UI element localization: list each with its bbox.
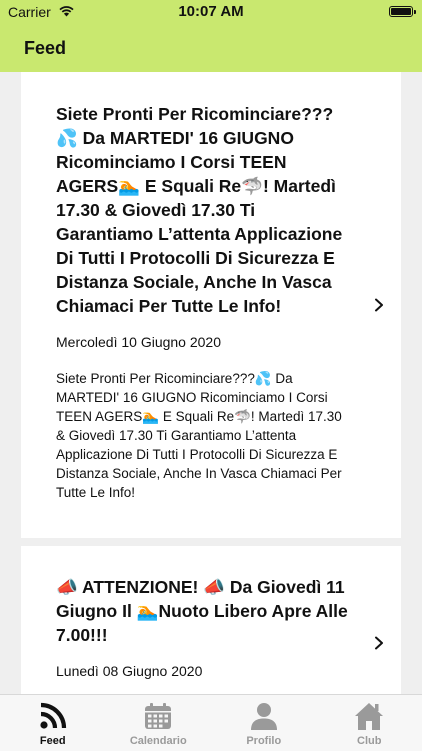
feed-item[interactable]: Siete Pronti Per Ricominciare??? 💦 Da MA… (21, 72, 401, 538)
tab-label: Calendario (106, 735, 212, 747)
tab-profilo[interactable]: Profilo (211, 695, 317, 751)
top-bar: Carrier 10:07 AM Feed (0, 0, 422, 72)
status-bar: Carrier 10:07 AM (0, 0, 422, 24)
tab-label: Club (317, 735, 422, 747)
tab-calendario[interactable]: Calendario (106, 695, 212, 751)
feed-item-title: Siete Pronti Per Ricominciare??? 💦 Da MA… (56, 72, 351, 318)
person-icon (249, 701, 279, 731)
chevron-right-icon (372, 636, 386, 650)
page-title: Feed (24, 38, 66, 59)
feed-item-body: Siete Pronti Per Ricominciare???💦 Da MAR… (56, 369, 351, 502)
feed-item-date: Lunedì 08 Giugno 2020 (56, 663, 351, 679)
feed-list[interactable]: Siete Pronti Per Ricominciare??? 💦 Da MA… (0, 72, 422, 694)
rss-icon (38, 701, 68, 731)
feed-item[interactable]: 📣 ATTENZIONE! 📣 Da Giovedì 11 Giugno Il … (21, 546, 401, 694)
tab-bar: Feed Calendario Profilo Club (0, 694, 422, 751)
house-icon (354, 701, 384, 731)
tab-label: Feed (0, 735, 106, 747)
tab-club[interactable]: Club (317, 695, 422, 751)
tab-feed[interactable]: Feed (0, 695, 106, 751)
feed-item-date: Mercoledì 10 Giugno 2020 (56, 334, 351, 350)
feed-item-title: 📣 ATTENZIONE! 📣 Da Giovedì 11 Giugno Il … (56, 546, 351, 647)
chevron-right-icon (372, 298, 386, 312)
battery-icon (389, 6, 413, 17)
calendar-icon (143, 701, 173, 731)
clock: 10:07 AM (0, 3, 422, 20)
tab-label: Profilo (211, 735, 317, 747)
